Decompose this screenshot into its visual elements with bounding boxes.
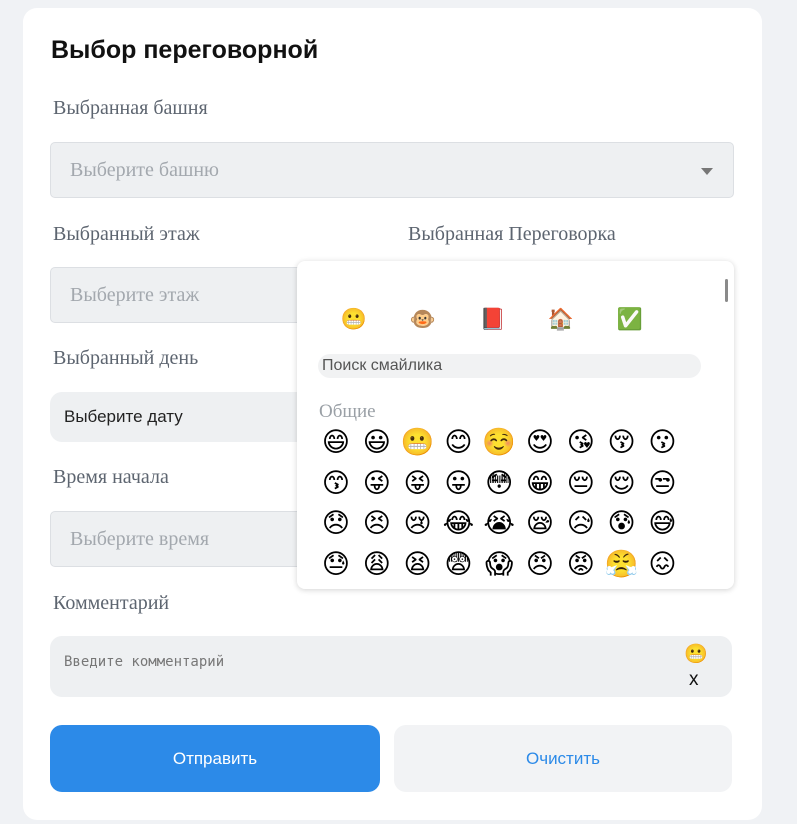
- emoji-item[interactable]: 😭: [482, 507, 516, 541]
- emoji-item[interactable]: 😩: [360, 548, 394, 582]
- chevron-down-icon: [701, 168, 713, 175]
- emoji-item[interactable]: 😢: [401, 507, 435, 541]
- emoji-item[interactable]: 😓: [319, 548, 353, 582]
- clear-button[interactable]: Очистить: [394, 725, 732, 792]
- emoji-item[interactable]: 😥: [564, 507, 598, 541]
- emoji-item[interactable]: 😱: [482, 548, 516, 582]
- emoji-item[interactable]: 😄: [319, 426, 353, 460]
- category-smileys-tab[interactable]: 😬: [339, 305, 369, 335]
- emoji-search-input[interactable]: [318, 354, 701, 378]
- category-symbols-tab[interactable]: ✅: [615, 305, 645, 335]
- emoji-item[interactable]: 😝: [401, 467, 435, 501]
- floor-select-placeholder: Выберите этаж: [70, 283, 200, 306]
- emoji-item[interactable]: 😡: [564, 548, 598, 582]
- emoji-item[interactable]: 😘: [564, 426, 598, 460]
- emoji-item[interactable]: 😃: [360, 426, 394, 460]
- start-time-label: Время начала: [53, 466, 169, 488]
- emoji-item[interactable]: 😣: [360, 507, 394, 541]
- emoji-item[interactable]: 😬: [401, 426, 435, 460]
- comment-placeholder: Введите комментарий: [64, 654, 225, 670]
- category-places-tab[interactable]: 🏠: [546, 305, 576, 335]
- room-label: Выбранная Переговорка: [408, 223, 616, 245]
- floor-label: Выбранный этаж: [53, 223, 200, 245]
- emoji-item[interactable]: 😖: [645, 548, 679, 582]
- emoji-item[interactable]: 😜: [360, 467, 394, 501]
- comment-label: Комментарий: [53, 592, 170, 614]
- emoji-picker-scrollbar[interactable]: [725, 279, 728, 302]
- emoji-item[interactable]: 😍: [523, 426, 557, 460]
- page-title: Выбор переговорной: [51, 36, 319, 64]
- emoji-item[interactable]: 😪: [523, 507, 557, 541]
- submit-button[interactable]: Отправить: [50, 725, 380, 792]
- comment-field[interactable]: Введите комментарий 😬 x: [50, 636, 732, 697]
- emoji-item[interactable]: 😛: [441, 467, 475, 501]
- emoji-item[interactable]: 😤: [605, 548, 639, 582]
- date-picker-placeholder: Выберите дату: [64, 407, 183, 426]
- category-objects-tab[interactable]: 📕: [478, 305, 508, 335]
- tower-select[interactable]: Выберите башню: [50, 142, 734, 198]
- emoji-category-tabs: 😬 🐵 📕 🏠 ✅: [297, 305, 717, 335]
- emoji-item[interactable]: 😂: [441, 507, 475, 541]
- emoji-item[interactable]: 😙: [319, 467, 353, 501]
- emoji-item[interactable]: 😳: [482, 467, 516, 501]
- day-label: Выбранный день: [53, 347, 199, 369]
- emoji-item[interactable]: 😁: [523, 467, 557, 501]
- emoji-item[interactable]: 😫: [401, 548, 435, 582]
- emoji-toggle-icon[interactable]: 😬: [684, 645, 708, 665]
- emoji-item[interactable]: 😗: [645, 426, 679, 460]
- emoji-item[interactable]: 😰: [605, 507, 639, 541]
- emoji-item[interactable]: 😨: [441, 548, 475, 582]
- emoji-item[interactable]: 😒: [645, 467, 679, 501]
- emoji-item[interactable]: 😔: [564, 467, 598, 501]
- emoji-item[interactable]: 😚: [605, 426, 639, 460]
- emoji-item[interactable]: 😠: [523, 548, 557, 582]
- emoji-section-title: Общие: [319, 401, 376, 422]
- emoji-item[interactable]: 😞: [319, 507, 353, 541]
- category-animals-tab[interactable]: 🐵: [408, 305, 438, 335]
- emoji-picker: 😬 🐵 📕 🏠 ✅ Общие 😄😃😬😊☺️😍😘😚😗😙😜😝😛😳😁😔😌😒😞😣😢😂😭…: [297, 261, 734, 589]
- emoji-item[interactable]: 😌: [605, 467, 639, 501]
- emoji-item[interactable]: 😊: [441, 426, 475, 460]
- start-time-placeholder: Выберите время: [70, 527, 210, 550]
- tower-select-placeholder: Выберите башню: [70, 158, 219, 181]
- tower-label: Выбранная башня: [53, 97, 208, 119]
- emoji-item[interactable]: 😅: [645, 507, 679, 541]
- clear-comment-button[interactable]: x: [689, 669, 699, 691]
- emoji-item[interactable]: ☺️: [482, 426, 516, 460]
